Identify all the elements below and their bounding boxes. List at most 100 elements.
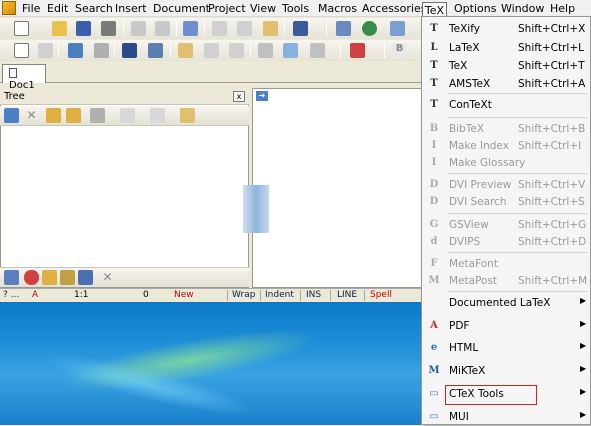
- tex-menu-item-shortcut: Shift+Ctrl+G: [518, 219, 587, 231]
- submenu-arrow-icon: ▶: [580, 341, 587, 350]
- app-icon[interactable]: [2, 1, 16, 15]
- redo-icon[interactable]: [155, 21, 170, 36]
- tex-menu-item-tex[interactable]: T TeX Shift+Ctrl+T: [422, 57, 590, 75]
- pdf-tool-icon[interactable]: [350, 43, 365, 58]
- tree-refresh-icon[interactable]: [4, 108, 19, 123]
- marker-icon[interactable]: [258, 43, 273, 58]
- tex-menu-item-shortcut: Shift+Ctrl+X: [518, 23, 586, 35]
- tree-remove-icon[interactable]: [150, 108, 165, 123]
- status-spell[interactable]: Spell: [370, 290, 392, 300]
- document-icon: [9, 68, 17, 78]
- status-line[interactable]: LINE: [337, 290, 357, 300]
- tex-menu-item-html[interactable]: e HTML ▶: [422, 339, 590, 357]
- menu-macros[interactable]: Macros: [318, 2, 357, 15]
- menu-project[interactable]: Project: [208, 2, 246, 15]
- sum-icon[interactable]: [122, 43, 137, 58]
- tree-panel-header: Tree: [0, 88, 249, 105]
- table-icon[interactable]: [94, 43, 109, 58]
- highlight-box: [445, 385, 537, 405]
- menu-help[interactable]: Help: [550, 2, 575, 15]
- menu-file[interactable]: File: [22, 2, 40, 15]
- label-icon[interactable]: [60, 270, 75, 285]
- menu-bar: File Edit Search Insert Document Project…: [0, 0, 591, 19]
- open-folder-icon[interactable]: [52, 21, 67, 36]
- tree-add-icon[interactable]: [120, 108, 135, 123]
- menu-window[interactable]: Window: [501, 2, 544, 15]
- view-icon[interactable]: [4, 270, 19, 285]
- list-icon[interactable]: [38, 43, 53, 58]
- menu-edit[interactable]: Edit: [47, 2, 68, 15]
- cut-icon[interactable]: [212, 21, 227, 36]
- print-icon[interactable]: [101, 21, 116, 36]
- tex-menu-item-latex[interactable]: L LaTeX Shift+Ctrl+L: [422, 39, 590, 57]
- menu-search[interactable]: Search: [75, 2, 113, 15]
- status-bar: ? ... A 1:1 0 New Wrap Indent INS LINE S…: [0, 288, 425, 301]
- tex-menu-item-label: HTML: [449, 342, 479, 354]
- window-icon[interactable]: [336, 21, 351, 36]
- menu-insert[interactable]: Insert: [115, 2, 147, 15]
- latex-icon: L: [430, 42, 438, 53]
- tree-expand-icon[interactable]: [46, 108, 61, 123]
- menu-accessories[interactable]: Accessories: [362, 2, 426, 15]
- tag-icon[interactable]: [42, 270, 57, 285]
- bibtex-icon: B: [429, 123, 439, 134]
- tex-menu-item-mui[interactable]: ▭ MUI ▶: [422, 408, 590, 426]
- frame-icon[interactable]: [283, 43, 298, 58]
- menu-tools[interactable]: Tools: [282, 2, 309, 15]
- keys-icon[interactable]: [78, 270, 93, 285]
- status-ins[interactable]: INS: [306, 290, 321, 300]
- tex-menu-item-shortcut: Shift+Ctrl+B: [518, 123, 586, 135]
- editor-area[interactable]: [252, 88, 423, 288]
- find-icon[interactable]: [293, 21, 308, 36]
- new-doc-icon[interactable]: [14, 43, 29, 58]
- zoom-icon[interactable]: [229, 43, 244, 58]
- desktop-background: [0, 300, 425, 425]
- tex-menu-item-label: Make Glossary: [449, 157, 526, 169]
- copy-format-icon[interactable]: [178, 43, 193, 58]
- tex-menu-item-amstex[interactable]: T AMSTeX Shift+Ctrl+A: [422, 75, 590, 93]
- tex-menu-item-documented-latex[interactable]: Documented LaTeX ▶: [422, 294, 590, 312]
- document-tab[interactable]: Doc1: [2, 64, 46, 91]
- tex-menu-item-texify[interactable]: T TeXify Shift+Ctrl+X: [422, 20, 590, 38]
- menu-separator: [448, 213, 588, 214]
- tree-folder-icon[interactable]: [180, 108, 195, 123]
- status-new: New: [174, 290, 194, 300]
- preview-icon[interactable]: [390, 21, 405, 36]
- status-indent[interactable]: Indent: [265, 290, 294, 300]
- menu-document[interactable]: Document: [153, 2, 210, 15]
- insert-icon[interactable]: [204, 43, 219, 58]
- tex-menu-item-label: TeXify: [449, 23, 480, 35]
- tex-menu-item-make-index: I Make Index Shift+Ctrl+I: [422, 137, 590, 155]
- close-icon[interactable]: ✕: [100, 270, 115, 285]
- new-file-icon[interactable]: [14, 21, 29, 36]
- undo-icon[interactable]: [131, 21, 146, 36]
- bookmark-icon[interactable]: ➜: [256, 91, 268, 101]
- status-wrap[interactable]: Wrap: [232, 290, 255, 300]
- settings-icon[interactable]: [310, 43, 325, 58]
- makeglossary-icon: I: [431, 157, 437, 168]
- menu-options[interactable]: Options: [454, 2, 496, 15]
- tex-menu-item-miktex[interactable]: M MiKTeX ▶: [422, 362, 590, 380]
- mui-icon: ▭: [429, 411, 439, 422]
- copy-icon[interactable]: [237, 21, 252, 36]
- miktex-icon: M: [428, 365, 440, 376]
- tree-icon[interactable]: [68, 43, 83, 58]
- tex-dropdown-menu: T TeXify Shift+Ctrl+X L LaTeX Shift+Ctrl+L T Te…: [421, 16, 591, 425]
- bold-icon[interactable]: B: [392, 43, 407, 58]
- search-icon[interactable]: [24, 270, 39, 285]
- submenu-arrow-icon: ▶: [580, 364, 587, 373]
- tree-delete-icon[interactable]: ✕: [24, 108, 39, 123]
- tree-close-icon[interactable]: x: [233, 91, 245, 102]
- tex-menu-item-pdf[interactable]: A PDF ▶: [422, 317, 590, 335]
- submenu-arrow-icon: ▶: [580, 387, 587, 396]
- tex-menu-item-context[interactable]: T ConTeXt: [422, 96, 590, 114]
- tex-menu-item-label: MiKTeX: [449, 365, 486, 377]
- tree-collapse-icon[interactable]: [66, 108, 81, 123]
- menu-view[interactable]: View: [250, 2, 276, 15]
- spellcheck-icon[interactable]: [183, 21, 198, 36]
- web-icon[interactable]: [362, 21, 377, 36]
- save-icon[interactable]: [76, 21, 91, 36]
- tree-tool-icon[interactable]: [90, 108, 105, 123]
- paste-icon[interactable]: [263, 21, 278, 36]
- edit-icon[interactable]: [148, 43, 163, 58]
